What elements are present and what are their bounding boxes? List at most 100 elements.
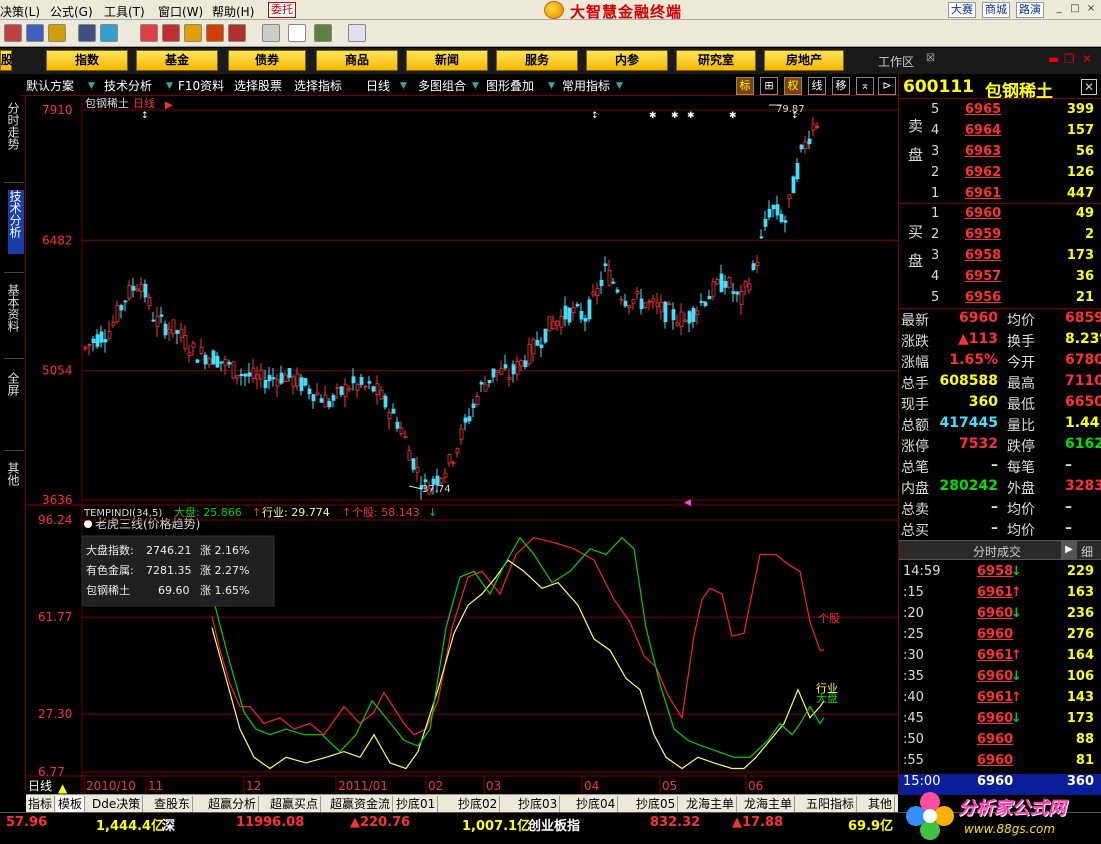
help-cursor-icon[interactable] <box>348 24 366 42</box>
bottom-tab[interactable]: Dde决策 <box>90 796 144 812</box>
order-book-row[interactable]: 4 6957 36 <box>899 269 1101 290</box>
minimize-icon[interactable]: _ <box>1052 2 1066 16</box>
order-book-row[interactable]: 2 6962 126 <box>899 165 1101 186</box>
workspace-close-icon[interactable]: ☒ <box>926 53 935 64</box>
tick-row[interactable]: :25 6960 276 <box>899 627 1101 648</box>
dropdown-icon[interactable]: ▼ <box>616 78 623 94</box>
nav-commodity[interactable]: 商品 <box>316 50 398 71</box>
move-button[interactable]: 移 <box>832 77 850 95</box>
nav-research[interactable]: 研究室 <box>676 50 756 71</box>
tick-row[interactable]: :40 6961 ↑ 143 <box>899 690 1101 711</box>
menu-decision[interactable]: 决策(L) <box>0 3 40 20</box>
tick-row[interactable]: :45 6960 ↓ 173 <box>899 711 1101 732</box>
select-indicator[interactable]: 选择指标 <box>294 78 342 94</box>
bottom-tab[interactable]: 超赢买点 <box>268 796 322 812</box>
chart-area[interactable]: 包钢稀土 日线 ▶ 7910648250543636 ↕ ↕ ✱ ✱ ✱ ✱ ↕ 79.87… <box>26 96 898 794</box>
maximize-icon[interactable]: □ <box>1068 2 1082 16</box>
tech-analysis[interactable]: 技术分析 <box>104 78 152 94</box>
nav-bond[interactable]: 债券 <box>228 50 306 71</box>
tab-detail[interactable]: 细 <box>1081 543 1093 560</box>
period-daily[interactable]: 日线 <box>366 78 390 94</box>
toolbar-icon[interactable] <box>228 24 246 42</box>
link-roadshow[interactable]: 路演 <box>1016 2 1044 18</box>
dropdown-icon[interactable]: ▼ <box>166 78 173 94</box>
toolbar-icon[interactable] <box>48 24 66 42</box>
tab-arrow-icon[interactable]: ▶ <box>1061 541 1077 559</box>
bottom-tab[interactable]: 抄底03 <box>516 796 561 812</box>
bottom-tab[interactable]: 模板 <box>56 796 86 812</box>
tick-row[interactable]: :30 6961 ↑ 164 <box>899 648 1101 669</box>
tick-row[interactable]: :20 6960 ↓ 236 <box>899 606 1101 627</box>
link-contest[interactable]: 大赛 <box>948 2 976 18</box>
bottom-tab[interactable]: 五阳指标 <box>804 796 858 812</box>
crosshair-button[interactable]: ⊞ <box>760 77 778 95</box>
menu-tools[interactable]: 工具(T) <box>104 3 145 20</box>
books-icon[interactable] <box>314 24 332 42</box>
tick-row[interactable]: :35 6960 ↓ 106 <box>899 669 1101 690</box>
tick-row[interactable]: 14:59 6958 ↓ 229 <box>899 564 1101 585</box>
restore-icon[interactable]: ▬ <box>1048 52 1059 66</box>
bottom-tab[interactable]: 其他 <box>866 796 896 812</box>
tab-fundamentals[interactable]: 基本资料 <box>6 284 22 332</box>
commission-button[interactable]: 委托 <box>268 2 296 18</box>
menu-formula[interactable]: 公式(G) <box>50 3 93 20</box>
dropdown-icon[interactable]: ▼ <box>400 78 407 94</box>
bottom-tab[interactable]: 超赢资金流 <box>328 796 394 812</box>
toolbar-button[interactable]: ⊳ <box>878 77 896 95</box>
multi-chart[interactable]: 多图组合 <box>418 78 466 94</box>
tab-tick-trades[interactable]: 分时成交 <box>973 543 1021 560</box>
bottom-tab[interactable]: 指标 <box>26 796 56 812</box>
order-book-row[interactable]: 1 6960 49 <box>899 206 1101 227</box>
bottom-tab[interactable]: 抄底01 <box>394 796 439 812</box>
nav-stock[interactable]: 股 <box>0 50 13 71</box>
xaxis-period[interactable]: 日线 <box>28 779 52 793</box>
nav-service[interactable]: 服务 <box>496 50 578 71</box>
window-close-icon[interactable]: ✕ <box>1082 52 1092 66</box>
menu-window[interactable]: 窗口(W) <box>158 3 203 20</box>
bottom-tab[interactable]: 龙海主单 <box>684 796 738 812</box>
overlay-chart[interactable]: 图形叠加 <box>486 78 534 94</box>
order-book-row[interactable]: 3 6963 56 <box>899 144 1101 165</box>
f10-info[interactable]: F10资料 <box>178 78 224 94</box>
menu-help[interactable]: 帮助(H) <box>212 3 254 20</box>
dropdown-icon[interactable]: ▼ <box>472 78 479 94</box>
dropdown-icon[interactable]: ▼ <box>88 78 95 94</box>
tab-intraday[interactable]: 分时走势 <box>6 102 22 150</box>
tab-tech-analysis[interactable]: 技术分析 <box>8 190 24 254</box>
bottom-tab[interactable]: 抄底05 <box>634 796 679 812</box>
bottom-tab[interactable]: 抄底04 <box>574 796 619 812</box>
nav-index[interactable]: 指数 <box>46 50 128 71</box>
link-mall[interactable]: 商城 <box>982 2 1010 18</box>
tab-other[interactable]: 其他 <box>6 462 22 486</box>
bottom-tab[interactable]: 查股东 <box>152 796 194 812</box>
dropdown-icon[interactable]: ▼ <box>548 78 555 94</box>
tab-fullscreen[interactable]: 全屏 <box>6 372 22 396</box>
toolbar-icon[interactable] <box>100 24 118 42</box>
order-book-row[interactable]: 2 6959 2 <box>899 227 1101 248</box>
default-scheme[interactable]: 默认方案 <box>26 78 74 94</box>
toolbar-icon[interactable] <box>262 24 280 42</box>
toolbar-icon[interactable] <box>184 24 202 42</box>
bottom-tab[interactable]: 超赢分析 <box>206 796 260 812</box>
toolbar-icon[interactable] <box>288 24 306 42</box>
line-button[interactable]: 线 <box>808 77 826 95</box>
toolbar-icon[interactable] <box>162 24 180 42</box>
rights-button[interactable]: 权 <box>784 77 802 95</box>
common-indicator[interactable]: 常用指标 <box>562 78 610 94</box>
order-book-row[interactable]: 5 6965 399 <box>899 102 1101 123</box>
toolbar-icon[interactable] <box>26 24 44 42</box>
bottom-tab[interactable]: 抄底02 <box>456 796 501 812</box>
select-stock[interactable]: 选择股票 <box>234 78 282 94</box>
toolbar-icon[interactable] <box>4 24 22 42</box>
nav-news[interactable]: 新闻 <box>406 50 488 71</box>
tick-row[interactable]: :50 6960 88 <box>899 732 1101 753</box>
toolbar-icon[interactable] <box>206 24 224 42</box>
toolbar-icon[interactable] <box>140 24 158 42</box>
workspace-label[interactable]: 工作区 <box>878 53 914 70</box>
order-book-row[interactable]: 4 6964 157 <box>899 123 1101 144</box>
close-icon[interactable]: × <box>1084 2 1098 16</box>
tick-row[interactable]: :15 6961 ↑ 163 <box>899 585 1101 606</box>
toolbar-button[interactable]: ⌅ <box>856 77 874 95</box>
nav-fund[interactable]: 基金 <box>136 50 218 71</box>
nav-realestate[interactable]: 房地产 <box>764 50 844 71</box>
